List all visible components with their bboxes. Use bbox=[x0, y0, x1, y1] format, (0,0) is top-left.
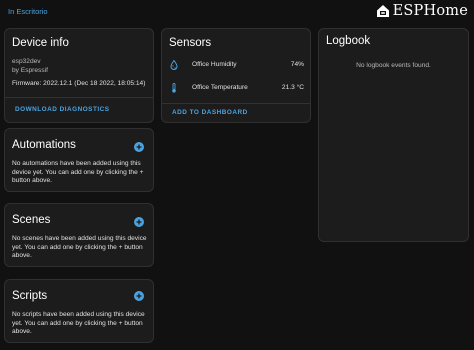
sensor-value: 74% bbox=[290, 61, 304, 68]
sensor-row-humidity[interactable]: Office Humidity 74% bbox=[162, 59, 312, 73]
add-to-dashboard-button[interactable]: ADD TO DASHBOARD bbox=[172, 109, 248, 116]
logbook-card: Logbook No logbook events found. bbox=[318, 28, 469, 242]
device-info-card: Device info esp32dev by Espressif Firmwa… bbox=[4, 28, 154, 123]
sensor-row-temperature[interactable]: Office Temperature 21.3 °C bbox=[162, 82, 312, 96]
automations-description: No automations have been added using thi… bbox=[12, 160, 144, 185]
scripts-description: No scripts have been added using this de… bbox=[12, 311, 145, 336]
water-percent-icon bbox=[170, 60, 178, 70]
device-firmware: Firmware: 2022.12.1 (Dec 18 2022, 18:05:… bbox=[12, 80, 146, 87]
sensors-divider bbox=[162, 103, 310, 104]
top-bar: In Escritorio ESPHome bbox=[0, 0, 474, 26]
thermometer-icon bbox=[172, 83, 176, 93]
scenes-title: Scenes bbox=[12, 214, 51, 226]
scenes-card: Scenes No scenes have been added using t… bbox=[4, 203, 154, 267]
logbook-empty-message: No logbook events found. bbox=[356, 62, 431, 69]
add-script-plus-icon[interactable] bbox=[134, 291, 144, 301]
brand-name: ESPHome bbox=[392, 3, 468, 19]
add-automation-plus-icon[interactable] bbox=[134, 142, 144, 152]
device-info-title: Device info bbox=[12, 37, 69, 49]
scenes-description: No scenes have been added using this dev… bbox=[12, 235, 147, 260]
automations-title: Automations bbox=[12, 139, 76, 151]
breadcrumb-area-link[interactable]: In Escritorio bbox=[8, 7, 48, 16]
sensor-name: Office Temperature bbox=[192, 84, 248, 91]
add-scene-plus-icon[interactable] bbox=[134, 217, 144, 227]
device-model: esp32dev bbox=[12, 58, 41, 65]
esphome-brand: ESPHome bbox=[376, 3, 468, 19]
download-diagnostics-button[interactable]: DOWNLOAD DIAGNOSTICS bbox=[15, 106, 110, 113]
device-info-divider bbox=[5, 97, 153, 98]
sensor-value: 21.3 °C bbox=[281, 84, 304, 91]
device-manufacturer: by Espressif bbox=[12, 67, 48, 74]
sensors-card: Sensors Office Humidity 74% Office Tempe… bbox=[161, 28, 311, 123]
scripts-card: Scripts No scripts have been added using… bbox=[4, 279, 154, 343]
esphome-logo-icon bbox=[376, 5, 389, 17]
scripts-title: Scripts bbox=[12, 290, 48, 302]
automations-card: Automations No automations have been add… bbox=[4, 128, 154, 192]
logbook-title: Logbook bbox=[326, 35, 371, 47]
sensor-name: Office Humidity bbox=[192, 61, 237, 68]
sensors-title: Sensors bbox=[169, 37, 212, 49]
